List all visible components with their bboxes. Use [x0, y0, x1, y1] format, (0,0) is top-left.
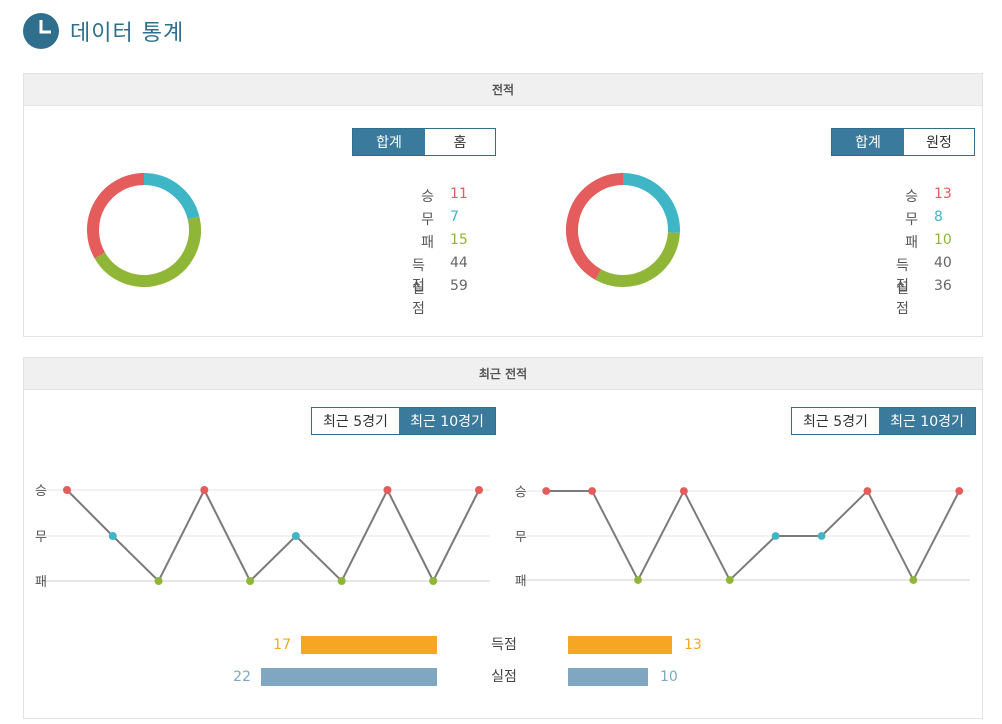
form-point [154, 577, 163, 585]
record-stats-right: 승 13 무8 패 10 득점 40 실점 36 [896, 186, 956, 317]
donut-segment-win [87, 173, 145, 259]
form-point [383, 486, 392, 494]
form-point [200, 486, 209, 494]
stat-label: 승 [421, 189, 434, 205]
stat-label: 실점 [412, 281, 425, 317]
tab-recent-10-left[interactable]: 최근 10경기 [399, 408, 495, 434]
stat-label: 무 [421, 212, 434, 228]
stat-value: 40 [934, 255, 952, 271]
stat-row-losses: 패 15 [412, 232, 472, 255]
stat-row-conceded: 실점 59 [412, 278, 472, 317]
donut-segment-win [566, 173, 624, 280]
donut-segment-draw [622, 173, 680, 233]
tab-recent-5-left[interactable]: 최근 5경기 [312, 408, 399, 434]
form-point [817, 532, 826, 540]
form-point [725, 576, 734, 584]
page-header: 데이터 통계 [22, 12, 184, 50]
donut-segment-draw [143, 173, 200, 220]
form-line [546, 488, 961, 583]
recent-form-chart-left: 승무패 [35, 484, 490, 590]
pie-chart-icon [23, 13, 59, 49]
record-donut-right [566, 173, 680, 287]
axis-tick-label: 승 [515, 484, 527, 499]
stat-value: 11 [450, 186, 468, 202]
form-point [771, 532, 780, 540]
stat-value: 44 [450, 255, 468, 271]
form-point [909, 576, 918, 584]
stat-label: 패 [421, 235, 434, 251]
page-title: 데이터 통계 [70, 21, 185, 46]
recent-right-toggle: 최근 5경기 최근 10경기 [791, 407, 976, 435]
stat-row-wins: 승 11 [412, 186, 472, 209]
axis-tick-label: 패 [515, 573, 527, 588]
stat-row-wins: 승 13 [896, 186, 956, 209]
tab-recent-10-right[interactable]: 최근 10경기 [879, 408, 975, 434]
conceded-right-value: 10 [660, 669, 678, 685]
stat-value: 10 [934, 232, 952, 248]
stat-value: 59 [450, 278, 468, 294]
tab-total-right[interactable]: 합계 [832, 129, 904, 155]
record-left-toggle: 합계 홈 [352, 128, 496, 156]
form-point [542, 487, 551, 495]
goals-row: 17 득점 13 [0, 636, 1002, 654]
conceded-left-value: 22 [233, 669, 251, 685]
axis-tick-label: 무 [515, 529, 527, 544]
recent-header: 최근 전적 [24, 358, 982, 390]
goals-right-bar [568, 636, 672, 654]
form-point [634, 576, 642, 584]
tab-home[interactable]: 홈 [425, 129, 495, 155]
form-point [108, 532, 117, 540]
form-point [337, 577, 346, 585]
form-point [246, 577, 255, 585]
conceded-right-bar [568, 668, 648, 686]
stat-label: 패 [905, 235, 918, 251]
goals-right-value: 13 [684, 637, 702, 653]
tab-away[interactable]: 원정 [904, 129, 974, 155]
record-donut-left [87, 173, 201, 287]
tab-recent-5-right[interactable]: 최근 5경기 [792, 408, 879, 434]
axis-tick-label: 패 [35, 575, 47, 590]
conceded-row: 22 실점 10 [0, 668, 1002, 686]
stat-row-losses: 패 10 [896, 232, 956, 255]
form-point [863, 487, 872, 495]
stat-value: 15 [450, 232, 468, 248]
form-point [429, 577, 438, 585]
form-point [63, 486, 71, 494]
stat-row-conceded: 실점 36 [896, 278, 956, 317]
goals-label: 득점 [491, 637, 517, 653]
stat-row-draws: 무7 [412, 209, 472, 232]
recent-left-toggle: 최근 5경기 최근 10경기 [311, 407, 496, 435]
stat-label: 실점 [896, 281, 909, 317]
axis-tick-label: 승 [35, 484, 47, 499]
stat-label: 무 [905, 212, 918, 228]
goals-left-bar [301, 636, 437, 654]
record-header: 전적 [24, 74, 982, 106]
form-point [955, 487, 964, 495]
stat-value: 8 [934, 209, 943, 225]
stat-label: 승 [905, 189, 918, 205]
record-stats-left: 승 11 무7 패 15 득점 44 실점 59 [412, 186, 472, 317]
form-point [291, 532, 300, 540]
tab-total-left[interactable]: 합계 [353, 129, 425, 155]
stat-row-goals: 득점 40 [896, 255, 956, 294]
form-point [475, 486, 483, 494]
donut-segment-loss [94, 216, 201, 287]
form-point [679, 487, 688, 495]
record-right-toggle: 합계 원정 [831, 128, 975, 156]
stat-value: 36 [934, 278, 952, 294]
goals-left-value: 17 [273, 637, 291, 653]
stat-row-draws: 무8 [896, 209, 956, 232]
form-point [588, 487, 597, 495]
donut-segment-loss [595, 232, 680, 287]
axis-tick-label: 무 [35, 530, 47, 545]
recent-form-chart-right: 승무패 [515, 484, 970, 588]
stat-row-goals: 득점 44 [412, 255, 472, 294]
conceded-label: 실점 [491, 669, 517, 685]
stat-value: 7 [450, 209, 459, 225]
conceded-left-bar [261, 668, 437, 686]
stat-value: 13 [934, 186, 952, 202]
